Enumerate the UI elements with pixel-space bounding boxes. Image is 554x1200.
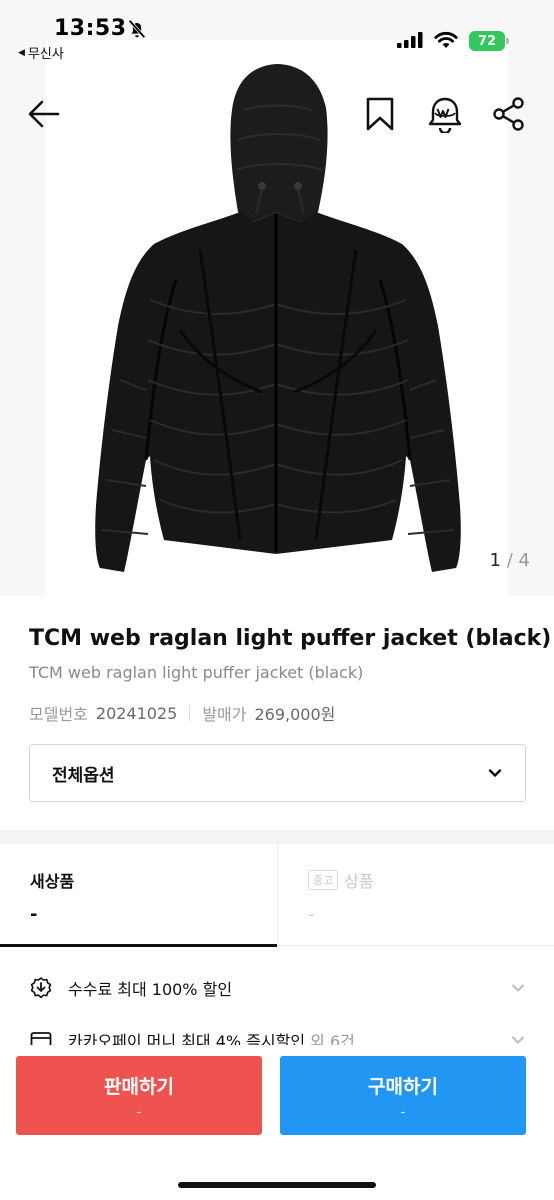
model-number-value: 20241025 xyxy=(95,703,178,723)
back-arrow-icon[interactable] xyxy=(26,96,62,132)
tab-new[interactable]: 새상품 - xyxy=(0,844,277,947)
used-badge: 중고 xyxy=(308,870,339,890)
price-alert-bell-icon[interactable] xyxy=(427,95,463,133)
condition-tabs: 새상품 - 중고 상품 - xyxy=(0,844,554,947)
status-bar: 13:53 ◀ 무신사 72 xyxy=(0,0,554,64)
option-select[interactable]: 전체옵션 xyxy=(29,744,526,802)
back-to-app-link[interactable]: ◀ 무신사 xyxy=(18,43,64,62)
page-total: 4 xyxy=(518,550,530,571)
image-page-indicator: 1 / 4 xyxy=(490,550,530,571)
home-indicator[interactable] xyxy=(178,1182,376,1188)
status-time: 13:53 xyxy=(54,16,127,41)
share-icon[interactable] xyxy=(492,96,526,132)
meta-divider xyxy=(189,705,191,721)
release-price-value: 269,000원 xyxy=(254,705,336,724)
chevron-down-icon xyxy=(488,769,502,777)
product-title: TCM web raglan light puffer jacket (blac… xyxy=(29,626,552,651)
buy-button-price: - xyxy=(400,1104,406,1120)
sell-button-price: - xyxy=(136,1104,142,1120)
tab-new-label: 새상품 xyxy=(30,872,75,891)
wifi-icon xyxy=(434,31,458,48)
back-triangle-icon: ◀ xyxy=(18,47,25,58)
bookmark-icon[interactable] xyxy=(364,96,396,132)
release-price-label: 발매가 xyxy=(202,705,247,724)
active-tab-indicator xyxy=(0,944,277,947)
buy-button[interactable]: 구매하기 - xyxy=(280,1056,526,1135)
tab-used-price: - xyxy=(308,904,315,925)
product-subtitle: TCM web raglan light puffer jacket (blac… xyxy=(29,663,364,682)
tab-new-price: - xyxy=(30,904,38,925)
benefit-fee-text: 수수료 최대 100% 할인 xyxy=(68,980,233,999)
battery-indicator: 72 xyxy=(469,31,509,51)
product-image-gallery[interactable] xyxy=(0,0,554,596)
chevron-down-icon xyxy=(512,984,524,992)
product-meta: 모델번호 20241025 발매가 269,000원 xyxy=(29,701,335,725)
option-select-label: 전체옵션 xyxy=(52,765,115,786)
page-current: 1 xyxy=(489,550,501,571)
section-divider xyxy=(0,830,554,844)
benefit-fee-discount[interactable]: 수수료 최대 100% 할인 xyxy=(29,973,526,1003)
product-image xyxy=(95,64,461,572)
model-number-label: 모델번호 xyxy=(29,705,88,724)
discount-icon xyxy=(30,977,52,999)
sell-button-label: 판매하기 xyxy=(104,1075,174,1098)
tab-used-label: 상품 xyxy=(344,872,374,891)
battery-level: 72 xyxy=(469,31,505,51)
top-navigation xyxy=(0,92,554,138)
page-separator: / xyxy=(506,550,513,571)
bottom-action-bar: 판매하기 - 구매하기 - xyxy=(0,1045,554,1200)
cellular-signal-icon xyxy=(397,32,423,48)
tab-used[interactable]: 중고 상품 - xyxy=(277,844,554,946)
sell-button[interactable]: 판매하기 - xyxy=(16,1056,262,1135)
buy-button-label: 구매하기 xyxy=(368,1075,438,1098)
bell-off-icon xyxy=(128,19,146,39)
back-app-label: 무신사 xyxy=(27,47,64,62)
